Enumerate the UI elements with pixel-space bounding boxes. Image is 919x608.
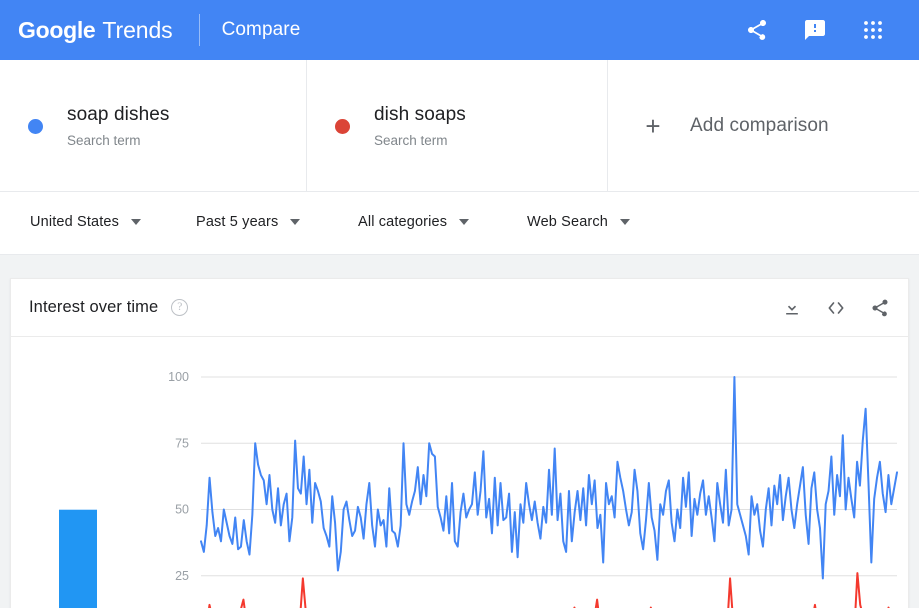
average-bar-0[interactable] xyxy=(59,509,97,608)
interest-over-time-card: Interest over time ? 25 50 75 100 xyxy=(10,278,909,608)
filter-location[interactable]: United States xyxy=(30,214,141,230)
filter-location-label: United States xyxy=(30,214,119,230)
chevron-down-icon xyxy=(459,219,470,225)
add-comparison-button[interactable]: + Add comparison xyxy=(608,60,919,192)
filter-time-range-label: Past 5 years xyxy=(196,214,279,230)
page-title: Interest over time xyxy=(29,298,159,316)
comparison-cards: soap dishes Search term dish soaps Searc… xyxy=(0,60,919,192)
y-axis-tick-2: 75 xyxy=(175,436,189,450)
interest-over-time-header: Interest over time ? xyxy=(11,279,908,337)
filter-search-type-label: Web Search xyxy=(527,214,609,230)
share-icon[interactable] xyxy=(870,298,890,318)
brand-trends-text: Trends xyxy=(102,16,173,43)
embed-icon[interactable] xyxy=(826,298,846,318)
comparison-card-1-text: soap dishes Search term xyxy=(67,103,170,149)
share-icon[interactable] xyxy=(745,18,769,42)
chevron-down-icon xyxy=(131,219,141,225)
header-actions xyxy=(745,18,885,42)
comparison-term-1: soap dishes xyxy=(67,104,170,125)
add-comparison-label: Add comparison xyxy=(690,115,829,136)
y-axis-tick-1: 50 xyxy=(175,503,189,517)
comparison-card-1[interactable]: soap dishes Search term xyxy=(0,60,307,192)
y-axis-tick-3: 100 xyxy=(168,370,189,384)
google-trends-page: Google Trends Compare soap dishes Search… xyxy=(0,0,919,608)
plus-icon: + xyxy=(645,111,661,141)
brand-google-text: Google xyxy=(18,16,96,43)
comparison-subtitle-2: Search term xyxy=(374,133,448,148)
app-header: Google Trends Compare xyxy=(0,0,919,60)
chart-body: 255075100 Average Note Mar 30, 20… Jul 3… xyxy=(11,337,910,608)
chevron-down-icon xyxy=(620,219,631,225)
series-line-1[interactable] xyxy=(201,572,897,608)
series-line-0[interactable] xyxy=(200,376,898,580)
series-color-dot-blue xyxy=(28,118,43,134)
filter-category-label: All categories xyxy=(358,214,448,230)
filter-category[interactable]: All categories xyxy=(358,214,470,230)
comparison-term-2: dish soaps xyxy=(374,104,466,125)
filter-time-range[interactable]: Past 5 years xyxy=(196,214,301,230)
filter-bar: United States Past 5 years All categorie… xyxy=(0,192,919,255)
series-color-dot-red xyxy=(335,118,350,134)
help-icon[interactable]: ? xyxy=(171,299,189,316)
feedback-icon[interactable] xyxy=(803,18,827,42)
comparison-card-2-text: dish soaps Search term xyxy=(374,103,466,149)
interest-over-time-chart[interactable]: 25 50 75 100 xyxy=(11,337,910,608)
download-icon[interactable] xyxy=(782,298,802,318)
y-axis-tick-0: 25 xyxy=(175,569,189,583)
header-divider xyxy=(198,14,200,46)
nav-item-compare[interactable]: Compare xyxy=(222,19,301,41)
comparison-subtitle-1: Search term xyxy=(67,133,141,148)
filter-search-type[interactable]: Web Search xyxy=(527,214,631,230)
brand-logo[interactable]: Google Trends xyxy=(18,17,173,44)
chart-actions xyxy=(782,298,890,318)
chevron-down-icon xyxy=(290,219,301,225)
apps-grid-icon[interactable] xyxy=(861,18,885,42)
comparison-card-2[interactable]: dish soaps Search term xyxy=(307,60,608,192)
